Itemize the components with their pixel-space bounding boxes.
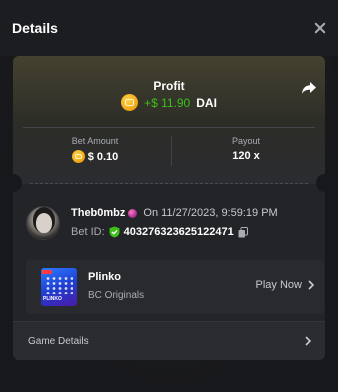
user-line: Theb0mbz On 11/27/2023, 9:59:19 PM xyxy=(71,207,278,219)
dashed-divider xyxy=(30,183,308,184)
copy-icon[interactable] xyxy=(238,226,248,238)
chevron-right-icon xyxy=(305,336,311,346)
play-now-label: Play Now xyxy=(255,279,302,291)
bet-id-value: 403276323625122471 xyxy=(123,226,234,238)
on-label: On xyxy=(143,207,159,219)
close-icon[interactable] xyxy=(312,20,328,36)
verified-shield-icon xyxy=(109,226,120,238)
bet-amount-stat: Bet Amount $ 0.10 xyxy=(20,136,170,163)
bet-amount-label: Bet Amount xyxy=(71,136,119,146)
bet-amount-row: $ 0.10 xyxy=(20,150,170,163)
bet-amount-value: $ 0.10 xyxy=(87,150,119,163)
ticket-notch-left xyxy=(4,174,22,192)
payout-value: 120 x xyxy=(232,150,260,162)
bet-details-card: Profit +$ 11.90 DAI Bet Amount $ 0.10 Pa… xyxy=(13,56,325,360)
avatar[interactable] xyxy=(26,206,60,240)
payout-stat: Payout 120 x xyxy=(171,136,321,162)
profit-row: +$ 11.90 DAI xyxy=(13,94,325,111)
dai-coin-icon xyxy=(121,94,139,111)
bet-timestamp: 11/27/2023, 9:59:19 PM xyxy=(161,207,278,219)
ticket-notch-right xyxy=(316,174,334,192)
play-now-button[interactable]: Play Now xyxy=(256,279,314,291)
dai-coin-icon xyxy=(71,150,85,163)
bet-id-label: Bet ID: xyxy=(71,226,105,238)
game-provider: BC Originals xyxy=(88,290,145,301)
vip-badge-icon xyxy=(128,208,138,218)
chevron-right-icon xyxy=(308,280,314,290)
profit-amount: +$ 11.90 xyxy=(144,95,191,110)
game-details-label: Game Details xyxy=(28,335,89,347)
payout-label: Payout xyxy=(231,136,261,146)
modal-header: Details xyxy=(0,0,338,56)
share-icon[interactable] xyxy=(301,80,317,96)
profit-panel xyxy=(13,56,325,184)
game-details-row[interactable]: Game Details xyxy=(13,321,325,360)
modal-title: Details xyxy=(12,20,58,36)
bet-id-line: Bet ID: 403276323625122471 xyxy=(71,226,248,238)
game-card[interactable]: PLINKO Plinko BC Originals Play Now xyxy=(26,260,324,314)
username[interactable]: Theb0mbz xyxy=(71,207,125,219)
divider xyxy=(23,127,315,128)
profit-label: Profit xyxy=(153,79,185,93)
ribbon-icon xyxy=(42,270,52,274)
game-name: Plinko xyxy=(88,271,122,283)
payout-row: 120 x xyxy=(171,150,321,162)
game-thumbnail[interactable]: PLINKO xyxy=(41,268,77,306)
profit-currency: DAI xyxy=(196,95,217,110)
thumbnail-text: PLINKO xyxy=(43,296,62,302)
